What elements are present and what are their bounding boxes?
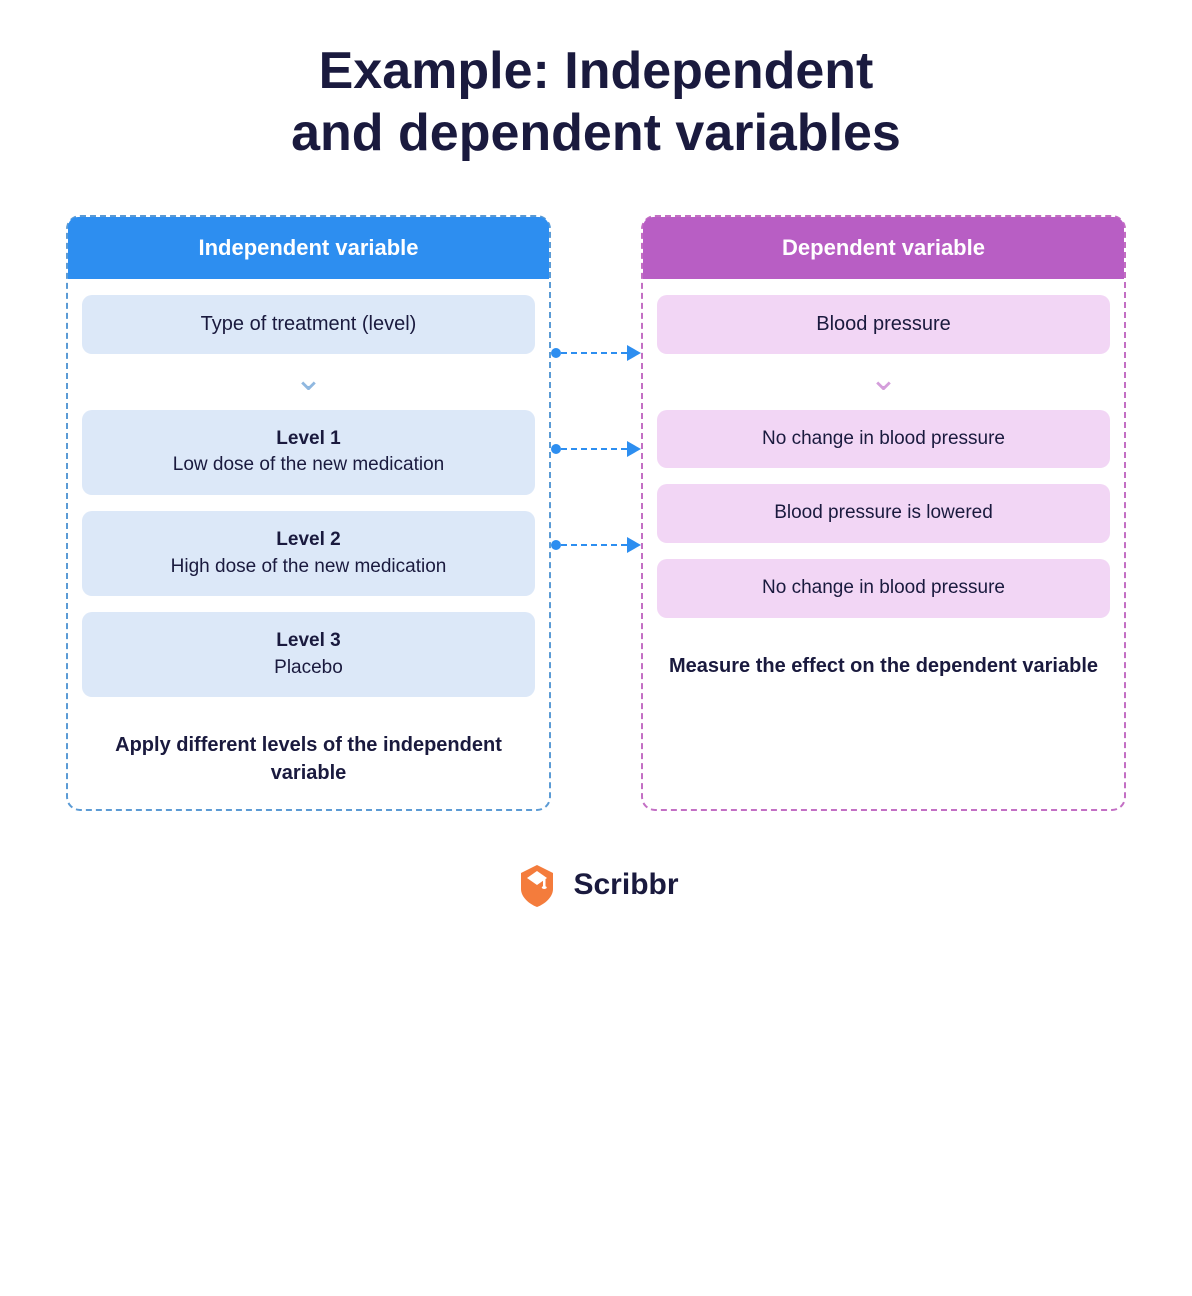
dependent-variable-panel: Dependent variable Blood pressure ⌄ No c… [641,215,1126,812]
level-3-card: Level 3 Placebo [82,612,535,697]
result-2-card: Blood pressure is lowered [657,484,1110,543]
level-2-desc: High dose of the new medication [171,556,447,577]
arrows-column [551,215,641,812]
right-bottom-label: Measure the effect on the dependent vari… [655,652,1112,680]
independent-var-header: Independent variable [68,217,549,279]
arrow-1 [551,345,641,361]
chevron-down-right: ⌄ [869,362,898,396]
level-2-label: Level 2 [102,527,515,554]
level-1-label: Level 1 [102,426,515,453]
level-2-card: Level 2 High dose of the new medication [82,511,535,596]
arrow-2 [551,441,641,457]
result-1-card: No change in blood pressure [657,410,1110,469]
scribbr-logo-icon [513,861,561,909]
level-1-card: Level 1 Low dose of the new medication [82,410,535,495]
page-title: Example: Independent and dependent varia… [291,40,901,165]
independent-variable-panel: Independent variable Type of treatment (… [66,215,551,812]
result-3-text: No change in blood pressure [762,577,1005,598]
dependent-var-header: Dependent variable [643,217,1124,279]
independent-type-card: Type of treatment (level) [82,295,535,354]
dependent-type-card: Blood pressure [657,295,1110,354]
arrow-3 [551,537,641,553]
level-3-desc: Placebo [274,657,343,678]
result-2-text: Blood pressure is lowered [774,502,993,523]
result-3-card: No change in blood pressure [657,559,1110,618]
level-1-desc: Low dose of the new medication [173,454,444,475]
scribbr-logo-text: Scribbr [573,868,678,902]
result-1-text: No change in blood pressure [762,428,1005,449]
diagram: Independent variable Type of treatment (… [66,215,1126,812]
level-3-label: Level 3 [102,628,515,655]
left-bottom-label: Apply different levels of the independen… [68,731,549,787]
logo-area: Scribbr [513,861,678,909]
chevron-down-left: ⌄ [294,362,323,396]
